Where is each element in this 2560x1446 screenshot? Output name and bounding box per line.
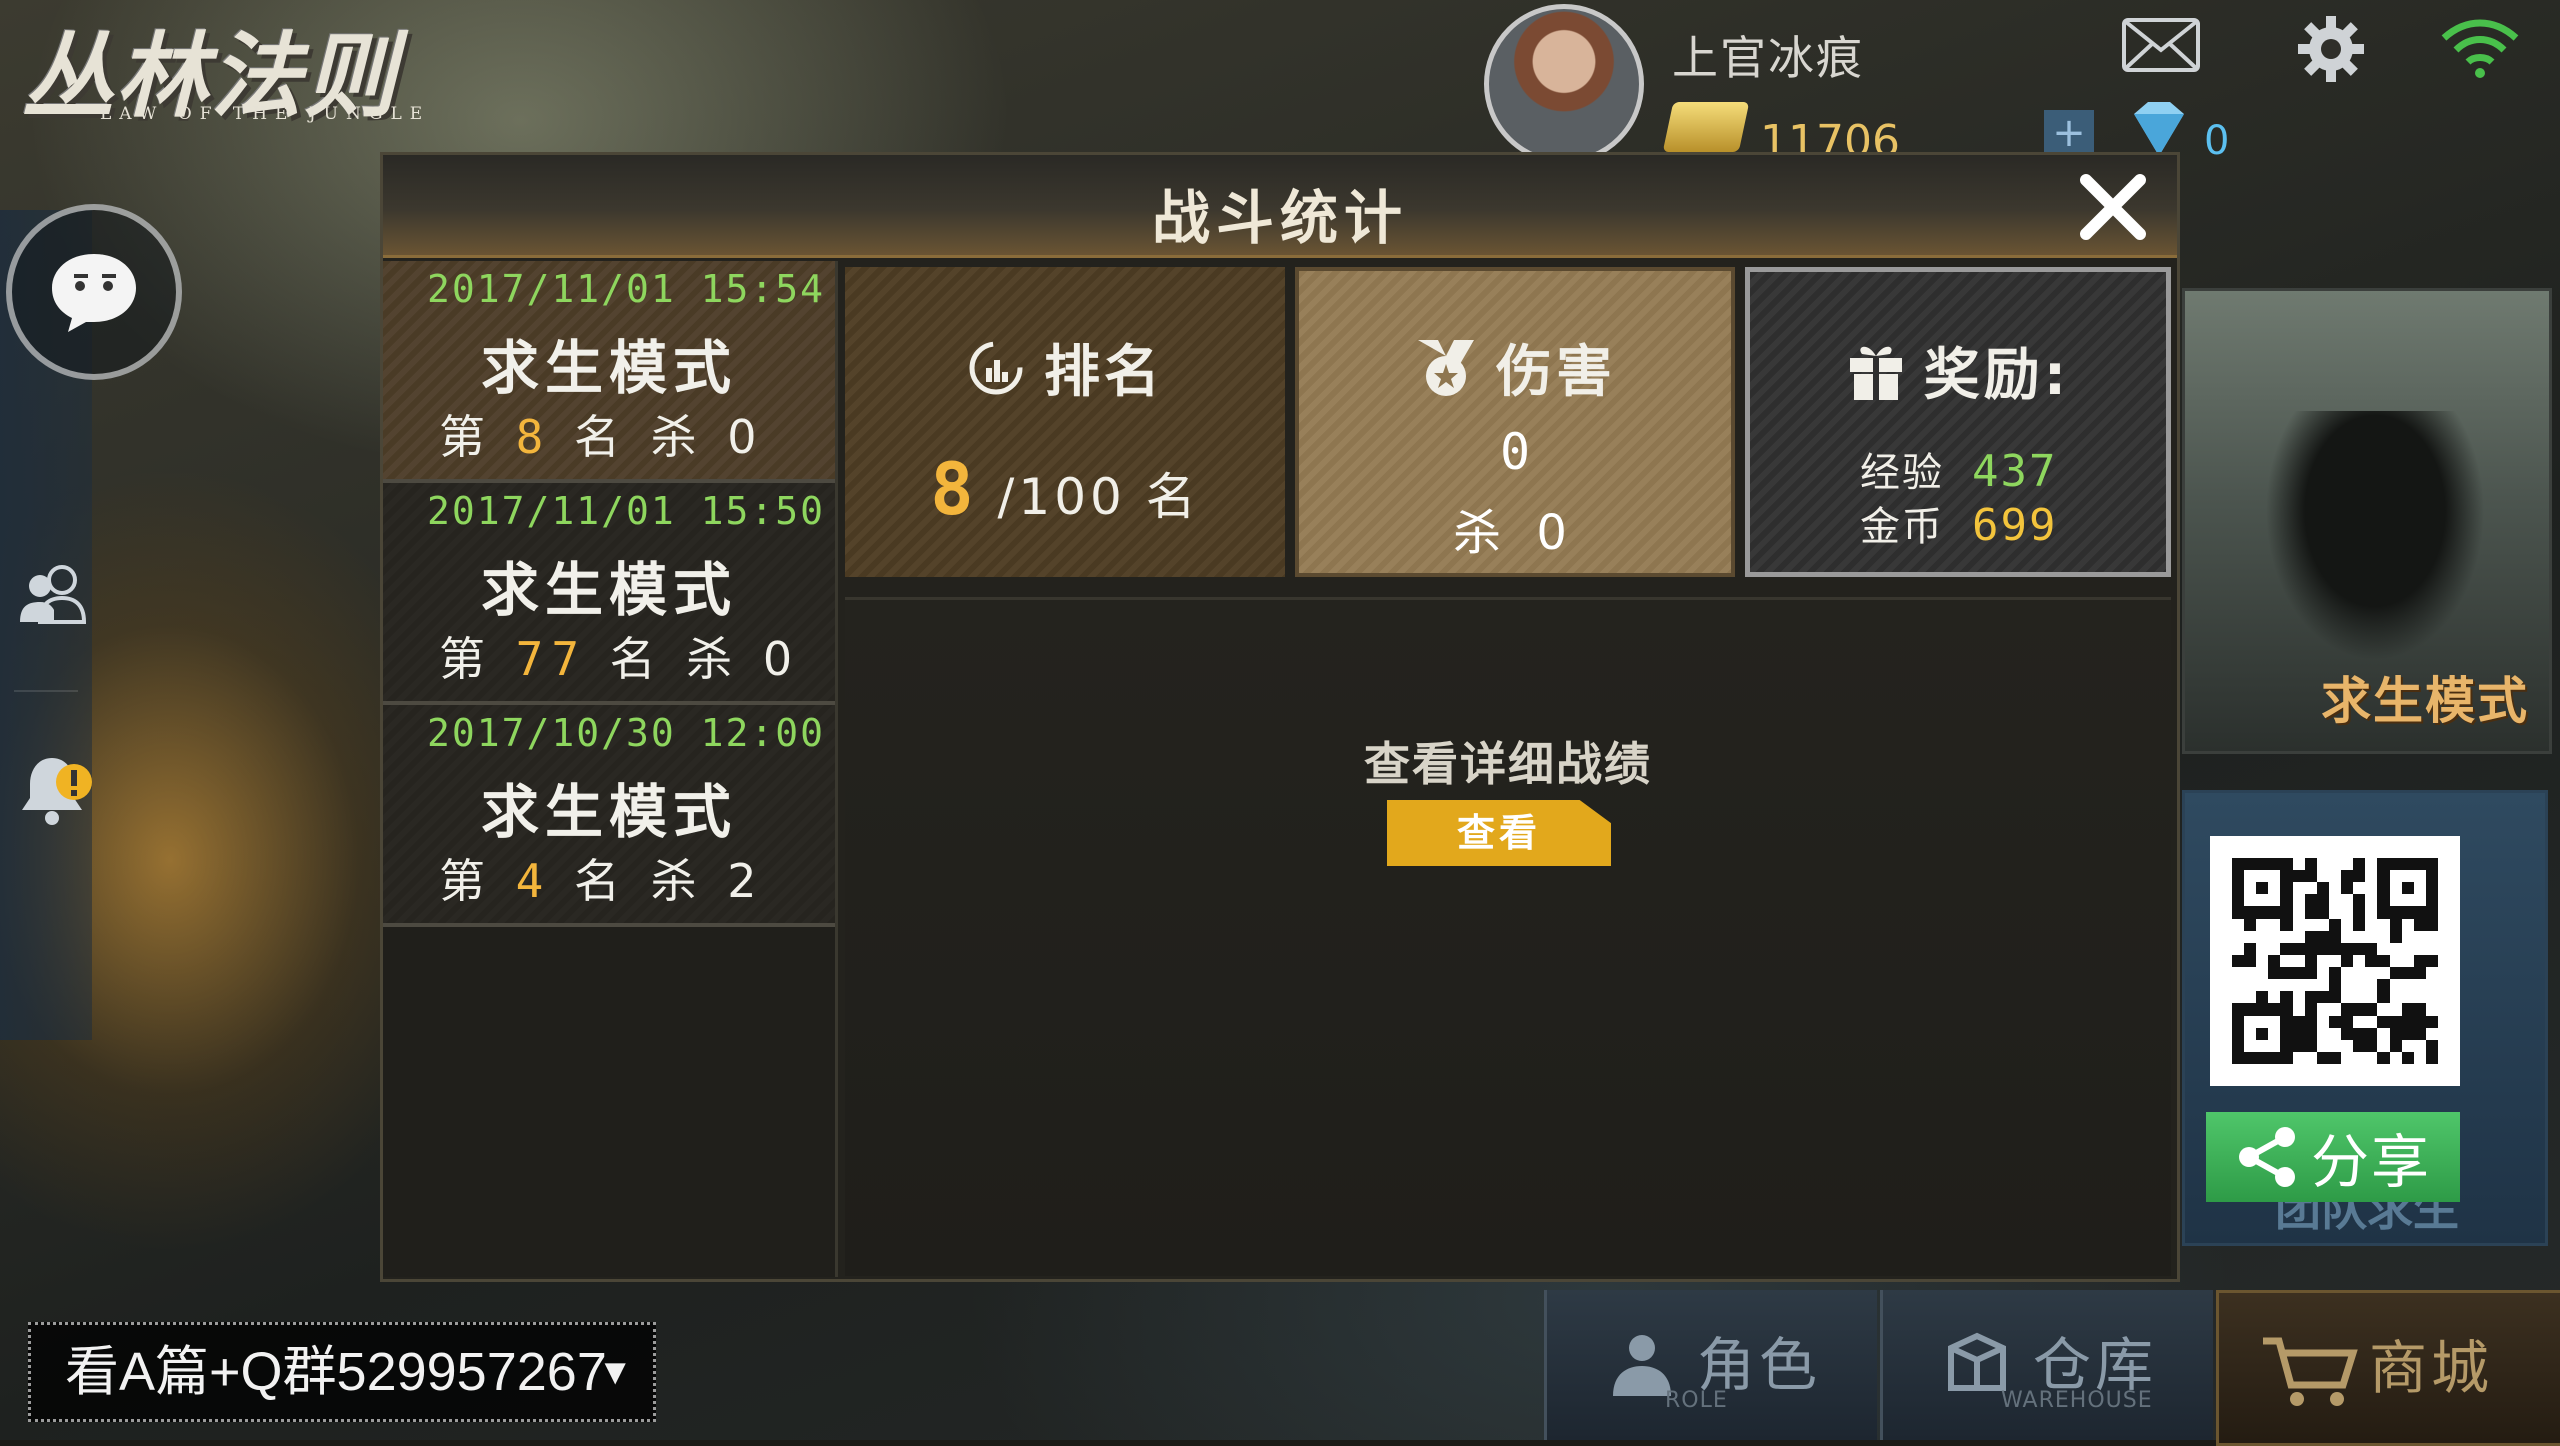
share-icon — [2238, 1127, 2295, 1187]
promo-text: 看A篇+Q群529957267 — [65, 1342, 607, 1402]
rank-suffix: 名 — [573, 410, 628, 464]
record-mode: 求生模式 — [480, 778, 737, 846]
kill-label: 杀 — [650, 410, 705, 464]
damage-stat-box: 伤害 0 杀 0 — [1295, 267, 1735, 577]
qr-code — [2210, 836, 2460, 1086]
gold-bar-icon — [1662, 102, 1750, 152]
exp-label: 经验 — [1860, 450, 1944, 496]
close-button[interactable] — [2073, 167, 2153, 247]
rank-prefix: 第 — [439, 410, 493, 464]
view-details-button[interactable]: 查看 — [1387, 800, 1611, 866]
rank-stat-label: 排名 — [1044, 340, 1164, 405]
cart-icon — [2263, 1337, 2358, 1406]
dialog-header: 战斗统计 — [383, 155, 2177, 258]
medal-icon — [1418, 339, 1474, 396]
match-record[interactable]: 2017/11/01 15:50 求生模式 第 77 名 杀 0 — [383, 483, 835, 705]
record-date: 2017/10/30 12:00 — [426, 711, 825, 755]
record-rank: 4 — [515, 854, 552, 908]
close-icon — [2080, 174, 2146, 240]
kill-count: 0 — [1536, 505, 1577, 561]
kill-label: 杀 — [1453, 505, 1512, 561]
dialog-title: 战斗统计 — [1151, 184, 1408, 252]
bottom-nav: 角色 ROLE 仓库 WAREHOUSE 商城 — [1544, 1290, 2560, 1446]
record-kills: 2 — [727, 854, 765, 908]
rank-stat-value: 8 /100 名 — [845, 447, 1285, 531]
gold-reward: 金币 699 — [1860, 494, 2057, 552]
rank-prefix: 第 — [439, 854, 493, 908]
rank-stat-box: 排名 8 /100 名 — [845, 267, 1285, 577]
game-logo: 丛林法则 LAW OF THE JUNGLE — [10, 0, 480, 135]
record-mode: 求生模式 — [480, 556, 737, 624]
nav-warehouse[interactable]: 仓库 WAREHOUSE — [1880, 1290, 2213, 1440]
friends-button[interactable] — [18, 560, 88, 634]
nav-shop[interactable]: 商城 — [2216, 1290, 2560, 1446]
mail-icon[interactable] — [2122, 18, 2200, 72]
gear-icon[interactable] — [2296, 14, 2366, 84]
player-name: 上官冰痕 — [1672, 31, 1864, 85]
kill-label: 杀 — [650, 854, 705, 908]
damage-stat-label: 伤害 — [1496, 340, 1616, 405]
rail-divider — [14, 690, 78, 692]
reward-stat-box: 奖励: 经验 437 金币 699 — [1745, 267, 2171, 577]
match-record[interactable]: 2017/10/30 12:00 求生模式 第 4 名 杀 2 — [383, 705, 835, 927]
logo-subtitle: LAW OF THE JUNGLE — [100, 104, 431, 124]
match-record-list: 2017/11/01 15:54 求生模式 第 8 名 杀 0 2017/11/… — [383, 261, 838, 1277]
record-kills: 0 — [762, 632, 801, 686]
exp-reward: 经验 437 — [1860, 440, 2057, 498]
record-date: 2017/11/01 15:54 — [426, 267, 825, 311]
diamond-count: 0 — [2204, 118, 2230, 164]
rank-number: 8 — [930, 447, 978, 531]
gold-value: 699 — [1972, 500, 2058, 551]
rank-total: /100 名 — [997, 468, 1200, 526]
nav-role-en: ROLE — [1665, 1388, 1728, 1413]
nav-shop-label: 商城 — [2369, 1334, 2494, 1402]
record-kills: 0 — [727, 410, 765, 464]
record-date: 2017/11/01 15:50 — [426, 489, 825, 533]
damage-stat-header: 伤害 — [1299, 327, 1731, 408]
damage-value: 0 — [1499, 423, 1531, 481]
record-summary: 第 4 名 杀 2 — [439, 845, 764, 911]
record-mode: 求生模式 — [480, 334, 737, 402]
chat-button[interactable] — [6, 204, 182, 380]
battle-stats-dialog: 战斗统计 2017/11/01 15:54 求生模式 第 8 名 杀 0 201… — [380, 152, 2180, 1282]
gift-icon — [1849, 346, 1902, 400]
friends-icon — [20, 565, 87, 624]
diamond-icon — [2134, 102, 2184, 156]
notice-button[interactable] — [18, 752, 98, 832]
match-record[interactable]: 2017/11/01 15:54 求生模式 第 8 名 杀 0 — [383, 261, 835, 483]
rank-stat-header: 排名 — [845, 327, 1285, 408]
nav-warehouse-en: WAREHOUSE — [2001, 1388, 2153, 1413]
record-rank: 77 — [515, 632, 588, 686]
alert-bell-icon — [22, 758, 92, 825]
promo-banner[interactable]: 看A篇+Q群529957267 ▼ — [28, 1322, 656, 1422]
reward-stat-header: 奖励: — [1750, 330, 2166, 411]
add-currency-button[interactable]: + — [2044, 110, 2094, 158]
record-summary: 第 8 名 杀 0 — [439, 401, 764, 467]
nav-role[interactable]: 角色 ROLE — [1544, 1290, 1877, 1440]
record-rank: 8 — [515, 410, 552, 464]
rank-suffix: 名 — [573, 854, 628, 908]
player-avatar[interactable] — [1484, 4, 1644, 164]
exp-value: 437 — [1972, 446, 2058, 497]
damage-kills: 杀 0 — [1299, 493, 1731, 563]
dropdown-arrow-icon: ▼ — [597, 1351, 633, 1392]
soldier-silhouette — [2265, 411, 2485, 661]
wifi-icon — [2441, 19, 2519, 78]
kill-label: 杀 — [686, 632, 741, 686]
chat-icon — [52, 254, 136, 332]
mode-card-label: 求生模式 — [2321, 672, 2529, 730]
rank-prefix: 第 — [439, 632, 493, 686]
detail-label: 查看详细战绩 — [1364, 737, 1652, 791]
reward-stat-label: 奖励: — [1923, 343, 2071, 408]
rank-icon — [969, 341, 1023, 394]
share-button[interactable]: 分享 — [2206, 1112, 2460, 1202]
share-label: 分享 — [2310, 1128, 2431, 1196]
detail-area: 查看详细战绩 查看 — [845, 597, 2171, 1276]
rank-suffix: 名 — [609, 632, 664, 686]
gold-label: 金币 — [1860, 504, 1944, 550]
record-summary: 第 77 名 杀 0 — [439, 623, 800, 689]
survival-mode-card[interactable]: 求生模式 — [2182, 288, 2552, 754]
